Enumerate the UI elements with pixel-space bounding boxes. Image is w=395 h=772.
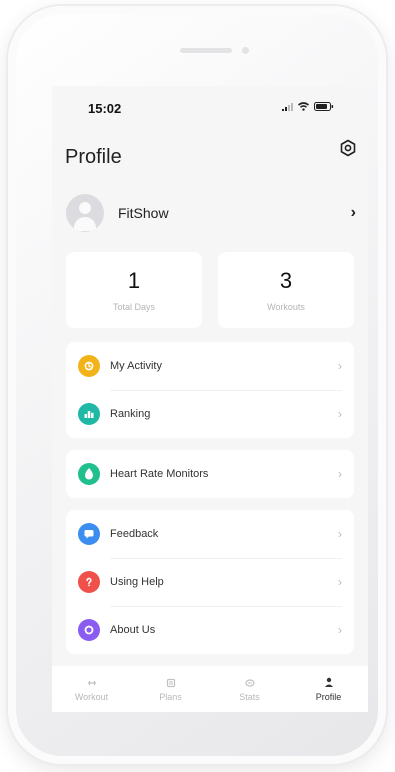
gear-icon	[340, 139, 356, 157]
feedback-icon	[78, 523, 100, 545]
phone-speaker	[180, 48, 232, 53]
phone-frame: 15:02 Profile FitShow › 1 Total Days 3 W…	[8, 6, 386, 764]
stat-label: Workouts	[267, 302, 305, 312]
menu-label: About Us	[110, 624, 156, 636]
status-icons	[282, 102, 334, 111]
status-time: 15:02	[88, 101, 122, 116]
chevron-right-icon: ›	[338, 527, 342, 541]
menu-label: Using Help	[110, 576, 164, 588]
stat-card-total-days[interactable]: 1 Total Days	[66, 252, 202, 328]
tab-label: Workout	[74, 691, 109, 702]
about-icon	[78, 619, 100, 641]
tab-stats[interactable]: Stats	[210, 666, 289, 712]
user-name: FitShow	[118, 205, 169, 221]
menu-group-activity: My Activity › Ranking ›	[66, 342, 354, 438]
plans-icon	[166, 677, 176, 689]
menu-item-about-us[interactable]: About Us ›	[66, 606, 354, 654]
stat-label: Total Days	[112, 302, 156, 312]
menu-item-using-help[interactable]: Using Help ›	[66, 558, 354, 606]
chevron-right-icon: ›	[338, 359, 342, 373]
tab-label: Plans	[159, 691, 182, 702]
chevron-right-icon: ›	[338, 575, 342, 589]
menu-label: Feedback	[110, 528, 159, 540]
page-title: Profile	[65, 146, 122, 168]
wifi-icon	[298, 102, 309, 111]
phone-camera	[242, 47, 249, 54]
chevron-right-icon: ›	[338, 407, 342, 421]
stat-value: 3	[279, 268, 293, 293]
menu-item-ranking[interactable]: Ranking ›	[66, 390, 354, 438]
settings-button[interactable]	[338, 138, 358, 158]
tab-profile[interactable]: Profile	[289, 666, 368, 712]
app-screen: 15:02 Profile FitShow › 1 Total Days 3 W…	[52, 86, 368, 712]
profile-icon	[324, 677, 334, 689]
menu-group-support: Feedback › Using Help › About Us ›	[66, 510, 354, 654]
tab-bar: Workout Plans Stats Profile	[52, 666, 368, 712]
menu-item-feedback[interactable]: Feedback ›	[66, 510, 354, 558]
tab-label: Stats	[239, 691, 260, 702]
user-icon	[79, 202, 91, 214]
menu-label: Heart Rate Monitors	[110, 468, 209, 480]
menu-item-my-activity[interactable]: My Activity ›	[66, 342, 354, 390]
menu-group-devices: Heart Rate Monitors ›	[66, 450, 354, 498]
chevron-right-icon: ›	[338, 467, 342, 481]
avatar[interactable]	[66, 194, 104, 232]
chevron-right-icon: ›	[350, 204, 356, 221]
battery-icon	[314, 102, 334, 111]
tab-label: Profile	[315, 691, 342, 702]
menu-label: Ranking	[110, 408, 151, 420]
heart-rate-icon	[78, 463, 100, 485]
tab-workout[interactable]: Workout	[52, 666, 131, 712]
signal-icon	[282, 102, 293, 111]
chevron-right-icon: ›	[338, 623, 342, 637]
stats-icon	[244, 677, 255, 689]
menu-label: My Activity	[110, 360, 162, 372]
help-icon	[78, 571, 100, 593]
tab-plans[interactable]: Plans	[131, 666, 210, 712]
workout-icon	[87, 677, 97, 689]
menu-item-heart-rate-monitors[interactable]: Heart Rate Monitors ›	[66, 450, 354, 498]
user-profile-row[interactable]: FitShow ›	[66, 190, 366, 236]
activity-icon	[78, 355, 100, 377]
stat-value: 1	[127, 268, 141, 293]
stat-card-workouts[interactable]: 3 Workouts	[218, 252, 354, 328]
ranking-icon	[78, 403, 100, 425]
